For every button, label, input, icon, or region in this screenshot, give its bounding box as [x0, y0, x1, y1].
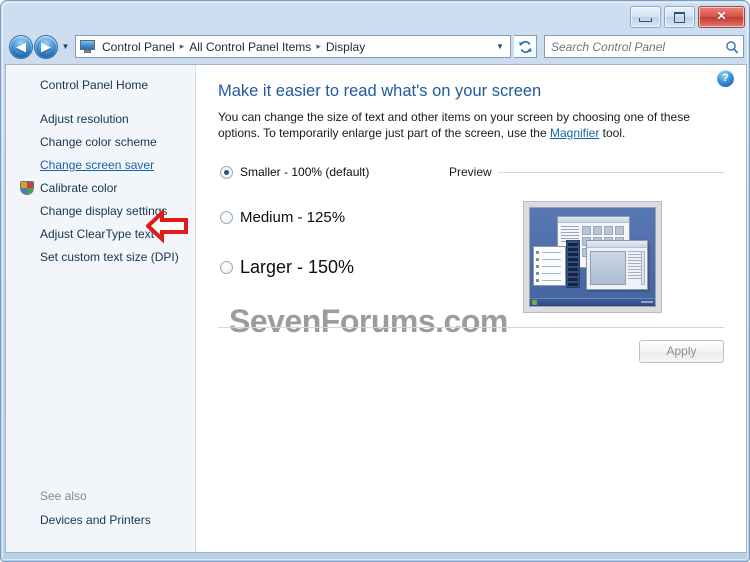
- see-also-heading: See also: [40, 489, 87, 503]
- search-input[interactable]: [545, 39, 721, 54]
- forward-arrow-icon: ▶: [41, 39, 51, 54]
- preview-label: Preview: [449, 165, 492, 179]
- sidebar-item-control-panel-home[interactable]: Control Panel Home: [6, 74, 196, 97]
- apply-button[interactable]: Apply: [639, 340, 724, 363]
- sidebar: Control Panel Home Adjust resolution Cha…: [6, 65, 196, 552]
- radio-option-medium[interactable]: Medium - 125%: [220, 209, 450, 226]
- title-bar: ✕: [1, 1, 749, 31]
- uac-shield-icon: [20, 181, 34, 195]
- breadcrumb-control-panel[interactable]: Control Panel: [98, 40, 179, 54]
- radio-indicator[interactable]: [220, 211, 233, 224]
- help-icon[interactable]: ?: [717, 70, 734, 87]
- close-icon: ✕: [716, 9, 727, 23]
- maximize-button[interactable]: [664, 6, 695, 28]
- minimize-button[interactable]: [630, 6, 661, 28]
- preview-sidebar-strip: [566, 240, 580, 288]
- preview-desktop: [529, 207, 656, 307]
- sidebar-item-change-screen-saver[interactable]: Change screen saver: [6, 154, 196, 177]
- recent-pages-dropdown[interactable]: ▼: [60, 42, 71, 52]
- search-box[interactable]: [544, 35, 744, 58]
- sidebar-item-label: Change color scheme: [40, 135, 157, 149]
- close-button[interactable]: ✕: [698, 6, 745, 28]
- sidebar-item-change-display-settings[interactable]: Change display settings: [6, 200, 196, 223]
- radio-option-smaller[interactable]: Smaller - 100% (default): [220, 165, 450, 179]
- preview-divider: [497, 171, 724, 173]
- breadcrumb-all-control-panel-items[interactable]: All Control Panel Items: [185, 40, 315, 54]
- window-controls: ✕: [630, 6, 745, 28]
- sidebar-item-label: Calibrate color: [40, 181, 118, 195]
- content-pane: ? Make it easier to read what's on your …: [196, 65, 746, 552]
- magnifier-link[interactable]: Magnifier: [550, 126, 599, 140]
- sidebar-item-calibrate-color[interactable]: Calibrate color: [6, 177, 196, 200]
- radio-option-label: Larger - 150%: [240, 257, 355, 277]
- search-icon: [721, 40, 743, 54]
- text-size-radio-group: Smaller - 100% (default) Medium - 125% L…: [220, 165, 450, 278]
- page-description: You can change the size of text and othe…: [218, 109, 718, 141]
- sidebar-item-change-color-scheme[interactable]: Change color scheme: [6, 131, 196, 154]
- see-also-section: See also Devices and Printers: [6, 484, 196, 532]
- back-button[interactable]: ◀: [10, 36, 32, 58]
- refresh-button[interactable]: [514, 35, 537, 58]
- sidebar-nav-list: Control Panel Home Adjust resolution Cha…: [6, 74, 196, 269]
- display-icon: [76, 36, 98, 57]
- forward-button[interactable]: ▶: [35, 36, 57, 58]
- sidebar-item-label: Adjust ClearType text: [40, 227, 155, 241]
- help-glyph: ?: [722, 72, 729, 84]
- preview-group: Preview: [449, 164, 724, 313]
- address-bar[interactable]: Control Panel ▸ All Control Panel Items …: [75, 35, 511, 58]
- sidebar-item-label: Adjust resolution: [40, 112, 129, 126]
- sidebar-item-set-custom-text-size[interactable]: Set custom text size (DPI): [6, 246, 196, 269]
- breadcrumb-display[interactable]: Display: [322, 40, 369, 54]
- preview-window-front: [586, 240, 648, 290]
- page-title: Make it easier to read what's on your sc…: [218, 82, 542, 100]
- preview-header: Preview: [449, 164, 724, 180]
- sidebar-item-label: Set custom text size (DPI): [40, 250, 179, 264]
- watermark: SevenForums.com: [229, 303, 508, 339]
- see-also-item-devices-and-printers[interactable]: Devices and Printers: [6, 508, 196, 532]
- control-panel-window: ✕ ◀ ▶ ▼ Control Panel ▸ All Control Pane…: [0, 0, 750, 562]
- back-arrow-icon: ◀: [16, 39, 26, 54]
- page-description-part2: tool.: [599, 126, 626, 140]
- chevron-down-icon[interactable]: ▼: [490, 42, 510, 51]
- content-divider: [218, 327, 724, 328]
- radio-option-label: Medium - 125%: [240, 209, 346, 226]
- preview-window-left: [533, 246, 566, 286]
- sidebar-item-label: Change screen saver: [40, 158, 155, 172]
- sidebar-item-adjust-resolution[interactable]: Adjust resolution: [6, 108, 196, 131]
- desktop-preview-thumbnail: [523, 201, 662, 313]
- radio-indicator[interactable]: [220, 165, 233, 179]
- preview-taskbar: [530, 298, 655, 306]
- sidebar-item-adjust-cleartype-text[interactable]: Adjust ClearType text: [6, 223, 196, 246]
- client-area: Control Panel Home Adjust resolution Cha…: [5, 64, 747, 553]
- radio-option-larger[interactable]: Larger - 150%: [220, 257, 450, 278]
- radio-indicator[interactable]: [220, 261, 233, 274]
- address-bar-row: ◀ ▶ ▼ Control Panel ▸ All Control Panel …: [1, 31, 749, 63]
- radio-option-label: Smaller - 100% (default): [240, 165, 370, 179]
- refresh-icon: [518, 40, 532, 53]
- sidebar-item-label: Control Panel Home: [40, 78, 149, 92]
- sidebar-item-label: Change display settings: [40, 204, 168, 218]
